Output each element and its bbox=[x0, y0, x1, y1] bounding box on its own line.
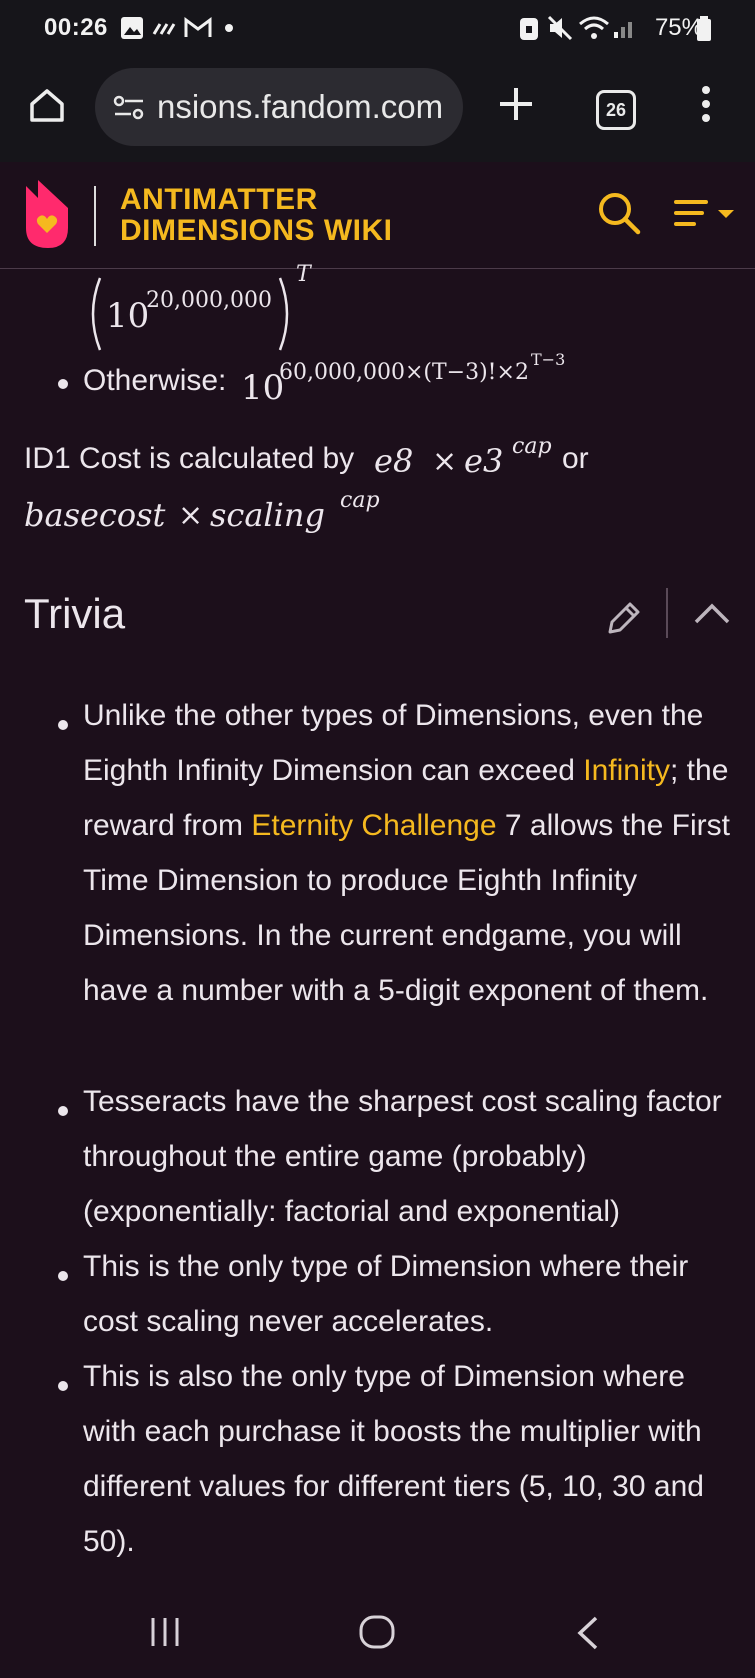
trivia-heading: Trivia bbox=[24, 590, 126, 637]
header-divider bbox=[94, 186, 96, 246]
list-item: This is also the only type of Dimension … bbox=[83, 1360, 704, 1558]
id1-expr2-b: scaling bbox=[210, 496, 325, 534]
cell-signal-icon bbox=[614, 22, 632, 38]
trivia-section-header: Trivia bbox=[24, 588, 734, 650]
url-bar[interactable]: nsions.fandom.com bbox=[95, 68, 463, 146]
otherwise-label: Otherwise: bbox=[83, 364, 227, 397]
id1-cost-text: ID1 Cost is calculated by bbox=[24, 442, 355, 475]
formula-top: 10 20,000,000 T bbox=[84, 262, 504, 358]
system-nav-bar bbox=[0, 1596, 755, 1678]
new-tab-plus-icon[interactable] bbox=[496, 84, 536, 124]
otherwise-exp: 60,000,000×(T−3)!×2 bbox=[279, 360, 529, 385]
wiki-title-line2: DIMENSIONS WIKI bbox=[120, 214, 393, 247]
gallery-icon bbox=[121, 17, 143, 39]
bullet bbox=[58, 1106, 68, 1116]
id1-expr2-a: basecost bbox=[24, 496, 166, 534]
back-icon[interactable] bbox=[574, 1614, 602, 1652]
formula-top-outer-exp: T bbox=[296, 262, 311, 287]
heading-divider bbox=[666, 588, 668, 638]
collapse-chevron-up-icon[interactable] bbox=[692, 598, 732, 628]
paren-left bbox=[91, 277, 102, 351]
battery-icon bbox=[697, 16, 711, 41]
edit-pencil-icon[interactable] bbox=[604, 598, 644, 638]
fandom-logo-icon[interactable] bbox=[22, 178, 74, 250]
signal-dots-icon bbox=[152, 23, 176, 35]
paren-right bbox=[278, 277, 289, 351]
list-item: Tesseracts have the sharpest cost scalin… bbox=[83, 1085, 722, 1228]
url-text: nsions.fandom.com bbox=[157, 88, 444, 125]
id1-times2: × bbox=[178, 498, 204, 533]
id1-expr1-sup: cap bbox=[512, 434, 552, 459]
id1-cost: ID1 Cost is calculated by e8 × e3 cap or… bbox=[24, 434, 744, 556]
tabs-button[interactable]: 26 bbox=[596, 90, 636, 130]
home-icon[interactable] bbox=[28, 86, 66, 124]
formula-top-exp: 20,000,000 bbox=[146, 288, 272, 313]
bullet bbox=[58, 720, 68, 730]
gmail-icon bbox=[184, 17, 212, 37]
more-vert-icon[interactable] bbox=[698, 84, 714, 124]
bullet bbox=[58, 1271, 68, 1281]
id1-times1: × bbox=[432, 444, 458, 479]
id1-expr1-b: e3 bbox=[464, 442, 504, 480]
wifi-icon bbox=[579, 16, 609, 39]
mute-icon bbox=[547, 15, 573, 41]
id1-expr2-sup: cap bbox=[340, 488, 380, 513]
otherwise-exp2: T−3 bbox=[531, 350, 566, 369]
tab-count: 26 bbox=[605, 100, 627, 120]
status-bar: 00:26 75% bbox=[0, 0, 755, 58]
lock-icon bbox=[520, 18, 538, 40]
id1-or: or bbox=[562, 442, 589, 475]
wiki-title[interactable]: ANTIMATTER DIMENSIONS WIKI bbox=[120, 184, 393, 246]
bullet bbox=[58, 1381, 68, 1391]
dot-icon bbox=[225, 24, 233, 32]
bullet bbox=[58, 379, 68, 389]
wiki-header: ANTIMATTER DIMENSIONS WIKI bbox=[0, 162, 755, 269]
infinity-link[interactable]: Infinity bbox=[583, 754, 670, 787]
browser-toolbar: nsions.fandom.com 26 bbox=[0, 58, 755, 162]
formula-top-base: 10 bbox=[106, 296, 150, 336]
status-time: 00:26 bbox=[44, 14, 108, 41]
search-icon[interactable] bbox=[596, 190, 642, 236]
site-settings-icon[interactable] bbox=[113, 94, 145, 122]
id1-expr1-a: e8 bbox=[374, 442, 414, 480]
list-item: This is the only type of Dimension where… bbox=[83, 1250, 689, 1338]
eternity-challenge-link[interactable]: Eternity Challenge bbox=[251, 809, 496, 842]
wiki-title-line1: ANTIMATTER bbox=[120, 183, 318, 216]
home-circle-icon[interactable] bbox=[358, 1614, 396, 1650]
otherwise-base: 10 bbox=[241, 368, 285, 408]
menu-icon[interactable] bbox=[674, 198, 738, 230]
formula-otherwise: Otherwise: 10 60,000,000×(T−3)!×2 T−3 bbox=[83, 350, 743, 410]
recents-icon[interactable] bbox=[148, 1616, 182, 1648]
list-item: Unlike the other types of Dimensions, ev… bbox=[83, 688, 733, 1018]
